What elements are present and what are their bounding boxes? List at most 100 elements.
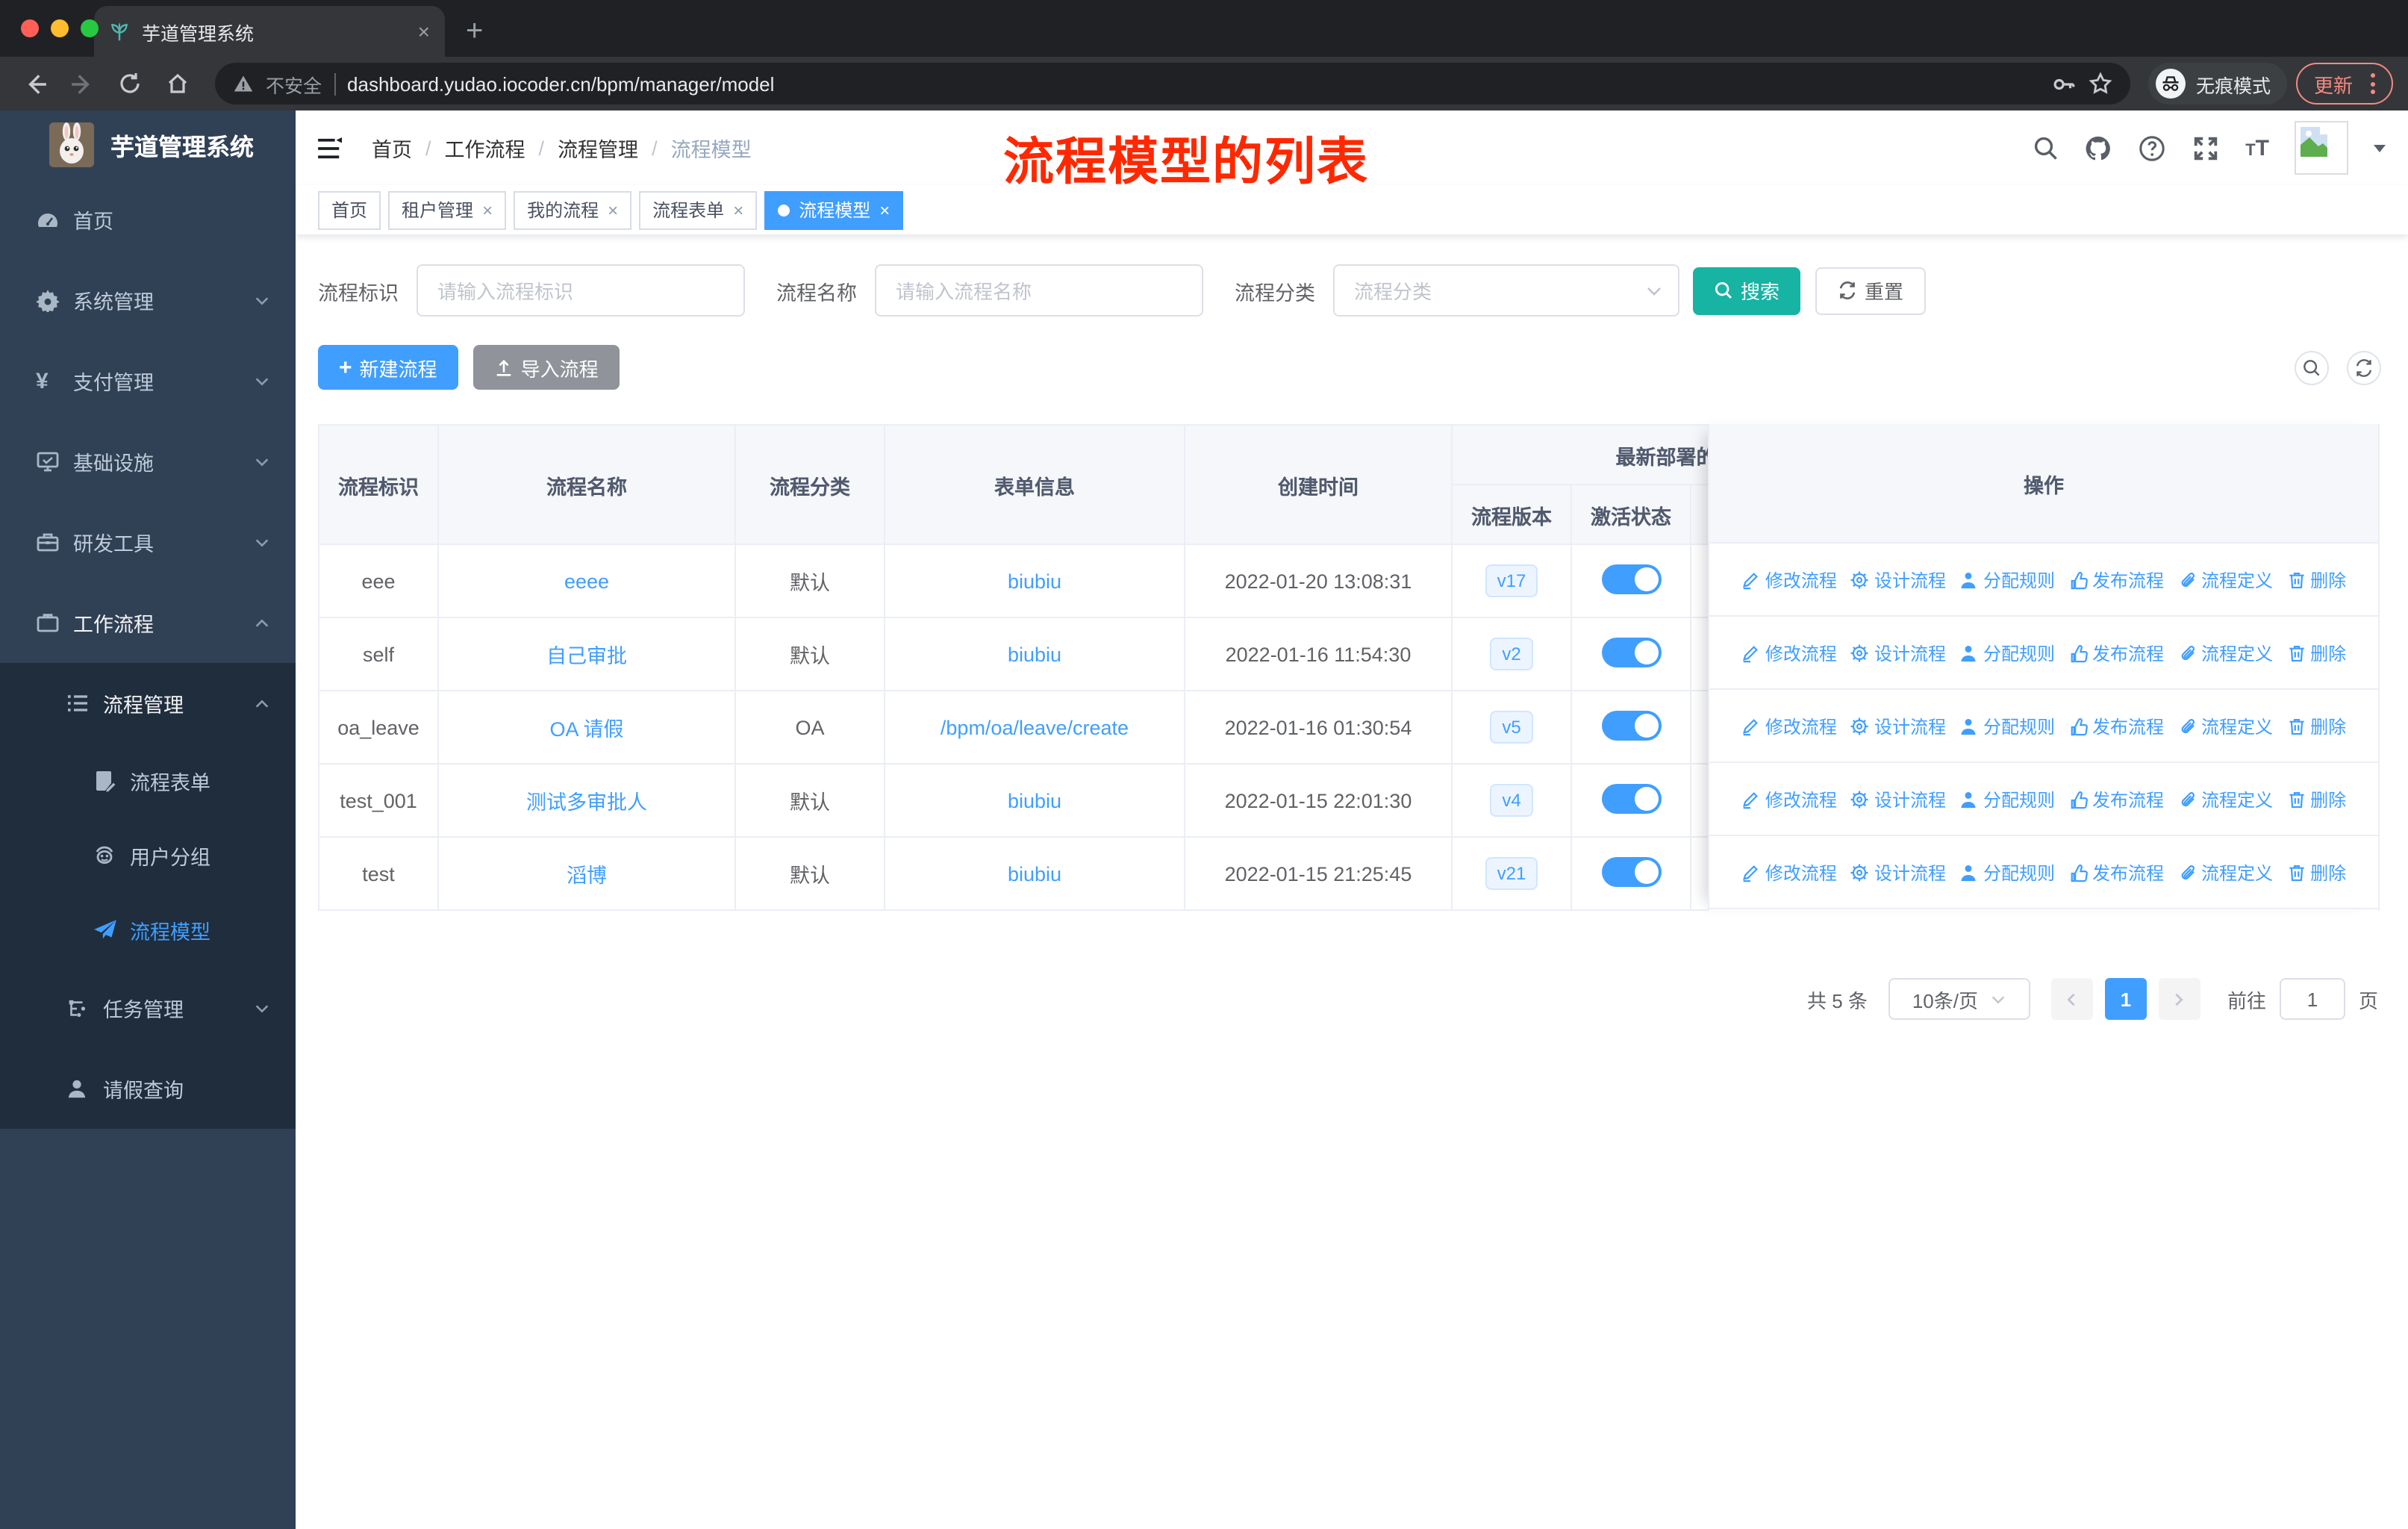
row-action-assign[interactable]: 分配规则 bbox=[1959, 786, 2055, 812]
form-link[interactable]: biubiu bbox=[1008, 862, 1061, 885]
row-action-definition[interactable]: 流程定义 bbox=[2177, 859, 2273, 885]
tag-0[interactable]: 首页 bbox=[318, 190, 381, 229]
table-refresh-icon[interactable] bbox=[2347, 350, 2381, 384]
bookmark-star-icon[interactable] bbox=[2089, 72, 2112, 96]
sidebar-collapse-icon[interactable] bbox=[318, 137, 343, 159]
browser-tab[interactable]: 芋道管理系统 × bbox=[94, 6, 445, 57]
sidebar-item-workflow[interactable]: 工作流程 bbox=[0, 582, 296, 663]
breadcrumb-home[interactable]: 首页 bbox=[372, 133, 412, 163]
tab-close-icon[interactable]: × bbox=[418, 19, 430, 43]
close-window-button[interactable] bbox=[21, 19, 39, 37]
tag-close-icon[interactable]: × bbox=[879, 199, 890, 220]
row-action-publish[interactable]: 发布流程 bbox=[2068, 859, 2164, 885]
active-toggle[interactable] bbox=[1601, 783, 1661, 813]
row-action-edit[interactable]: 修改流程 bbox=[1741, 567, 1837, 592]
sidebar-item-pay[interactable]: ¥ 支付管理 bbox=[0, 340, 296, 421]
breadcrumb-workflow[interactable]: 工作流程 bbox=[445, 133, 525, 163]
form-link[interactable]: biubiu bbox=[1008, 789, 1061, 812]
process-id-input[interactable]: 请输入流程标识 bbox=[417, 264, 745, 317]
window-controls[interactable] bbox=[21, 19, 99, 37]
sidebar-item-process-mgmt[interactable]: 流程管理 bbox=[0, 663, 296, 744]
model-name-link[interactable]: 自己审批 bbox=[546, 645, 627, 667]
row-action-definition[interactable]: 流程定义 bbox=[2177, 786, 2273, 812]
reload-icon[interactable] bbox=[110, 64, 149, 103]
import-process-button[interactable]: 导入流程 bbox=[472, 345, 620, 390]
row-action-assign[interactable]: 分配规则 bbox=[1959, 567, 2055, 592]
sidebar-item-home[interactable]: 首页 bbox=[0, 179, 296, 260]
browser-update-button[interactable]: 更新 bbox=[2295, 63, 2393, 105]
browser-menu-icon[interactable] bbox=[2371, 73, 2375, 94]
fullscreen-icon[interactable] bbox=[2192, 134, 2220, 162]
tag-3[interactable]: 流程表单 × bbox=[639, 190, 758, 229]
row-action-design[interactable]: 设计流程 bbox=[1850, 786, 1946, 812]
row-action-design[interactable]: 设计流程 bbox=[1850, 713, 1946, 738]
sidebar-item-user-group[interactable]: 用户分组 bbox=[0, 818, 296, 893]
forward-icon[interactable] bbox=[63, 64, 102, 103]
page-number-button[interactable]: 1 bbox=[2104, 978, 2147, 1020]
tag-4[interactable]: 流程模型 × bbox=[764, 190, 904, 229]
tag-close-icon[interactable]: × bbox=[608, 199, 618, 220]
minimize-window-button[interactable] bbox=[51, 19, 69, 37]
row-action-design[interactable]: 设计流程 bbox=[1850, 859, 1946, 885]
active-toggle[interactable] bbox=[1601, 856, 1661, 886]
page-size-select[interactable]: 10条/页 bbox=[1888, 978, 2030, 1020]
maximize-window-button[interactable] bbox=[81, 19, 99, 37]
form-link[interactable]: /bpm/oa/leave/create bbox=[941, 716, 1129, 738]
tag-close-icon[interactable]: × bbox=[482, 199, 493, 220]
back-icon[interactable] bbox=[15, 64, 54, 103]
row-action-publish[interactable]: 发布流程 bbox=[2068, 640, 2164, 665]
breadcrumb-process-mgmt[interactable]: 流程管理 bbox=[558, 133, 638, 163]
row-action-definition[interactable]: 流程定义 bbox=[2177, 713, 2273, 738]
row-action-publish[interactable]: 发布流程 bbox=[2068, 786, 2164, 812]
row-action-publish[interactable]: 发布流程 bbox=[2068, 567, 2164, 592]
update-label[interactable]: 更新 bbox=[2314, 69, 2353, 98]
tag-2[interactable]: 我的流程 × bbox=[514, 190, 632, 229]
sidebar-item-infra[interactable]: 基础设施 bbox=[0, 421, 296, 502]
home-icon[interactable] bbox=[158, 64, 197, 103]
active-toggle[interactable] bbox=[1601, 710, 1661, 740]
tag-1[interactable]: 租户管理 × bbox=[388, 190, 507, 229]
row-action-assign[interactable]: 分配规则 bbox=[1959, 640, 2055, 665]
row-action-delete[interactable]: 删除 bbox=[2286, 859, 2346, 885]
avatar-caret-icon[interactable] bbox=[2374, 144, 2386, 152]
row-action-design[interactable]: 设计流程 bbox=[1850, 640, 1946, 665]
row-action-definition[interactable]: 流程定义 bbox=[2177, 567, 2273, 592]
row-action-edit[interactable]: 修改流程 bbox=[1741, 713, 1837, 738]
row-action-publish[interactable]: 发布流程 bbox=[2068, 713, 2164, 738]
reset-button[interactable]: 重置 bbox=[1815, 267, 1927, 314]
sidebar-item-dev[interactable]: 研发工具 bbox=[0, 502, 296, 582]
sidebar-item-system[interactable]: 系统管理 bbox=[0, 260, 296, 340]
row-action-definition[interactable]: 流程定义 bbox=[2177, 640, 2273, 665]
security-label[interactable]: 不安全 bbox=[266, 69, 322, 98]
row-action-assign[interactable]: 分配规则 bbox=[1959, 859, 2055, 885]
row-action-edit[interactable]: 修改流程 bbox=[1741, 859, 1837, 885]
prev-page-button[interactable] bbox=[2050, 978, 2093, 1020]
sidebar-item-process-model[interactable]: 流程模型 bbox=[0, 893, 296, 968]
next-page-button[interactable] bbox=[2158, 978, 2200, 1020]
row-action-assign[interactable]: 分配规则 bbox=[1959, 713, 2055, 738]
row-action-design[interactable]: 设计流程 bbox=[1850, 567, 1946, 592]
sidebar-item-task-mgmt[interactable]: 任务管理 bbox=[0, 968, 296, 1048]
process-name-input[interactable]: 请输入流程名称 bbox=[875, 264, 1203, 317]
form-link[interactable]: biubiu bbox=[1008, 570, 1061, 592]
row-action-delete[interactable]: 删除 bbox=[2286, 640, 2346, 665]
model-name-link[interactable]: eeee bbox=[564, 570, 609, 592]
url-bar[interactable]: 不安全 dashboard.yudao.iocoder.cn/bpm/manag… bbox=[215, 63, 2130, 105]
row-action-delete[interactable]: 删除 bbox=[2286, 713, 2346, 738]
model-name-link[interactable]: OA 请假 bbox=[549, 718, 623, 741]
sidebar-item-leave-query[interactable]: 请假查询 bbox=[0, 1048, 296, 1129]
goto-page-input[interactable]: 1 bbox=[2279, 978, 2345, 1020]
category-select[interactable]: 流程分类 bbox=[1333, 264, 1679, 317]
table-search-toggle-icon[interactable] bbox=[2295, 350, 2329, 384]
url-text[interactable]: dashboard.yudao.iocoder.cn/bpm/manager/m… bbox=[347, 72, 2039, 95]
sidebar-item-process-form[interactable]: 流程表单 bbox=[0, 744, 296, 818]
row-action-delete[interactable]: 删除 bbox=[2286, 567, 2346, 592]
model-name-link[interactable]: 滔博 bbox=[567, 865, 607, 887]
key-icon[interactable] bbox=[2051, 71, 2077, 96]
active-toggle[interactable] bbox=[1601, 564, 1661, 594]
search-icon[interactable] bbox=[2032, 134, 2059, 161]
github-icon[interactable] bbox=[2084, 134, 2112, 162]
form-link[interactable]: biubiu bbox=[1008, 643, 1061, 665]
model-name-link[interactable]: 测试多审批人 bbox=[526, 791, 647, 814]
new-tab-button[interactable]: + bbox=[466, 15, 483, 49]
